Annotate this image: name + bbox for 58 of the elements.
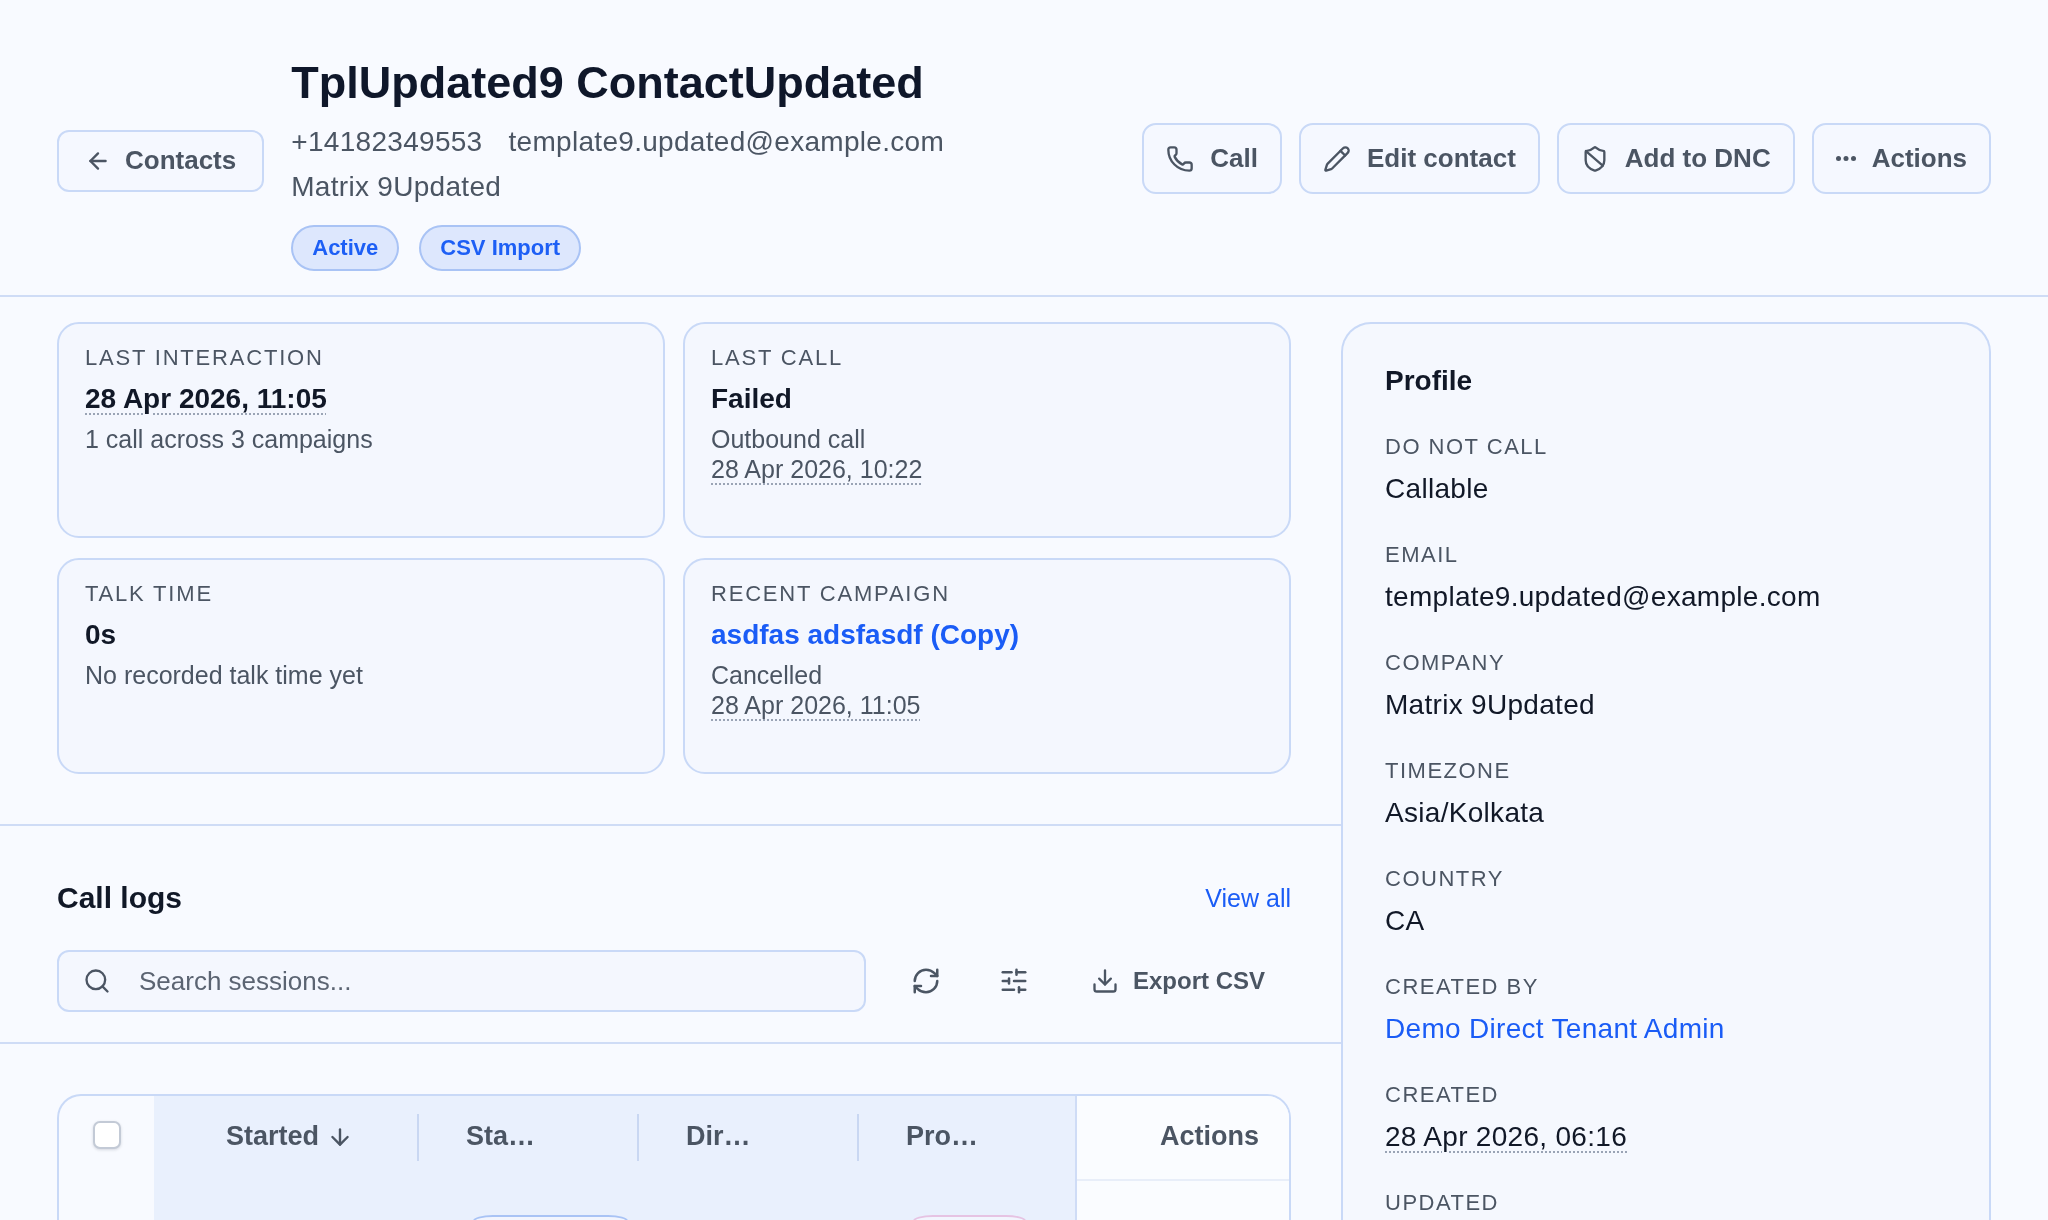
column-header[interactable]: Started (154, 1096, 417, 1181)
back-button[interactable]: Contacts (57, 129, 265, 192)
field-label: COUNTRY (1385, 866, 1504, 892)
view-all-link[interactable]: View all (1205, 882, 1291, 914)
contact-name: TplUpdated9 ContactUpdated (291, 58, 924, 108)
field-label: DO NOT CALL (1385, 434, 1548, 460)
field-value: Callable (1385, 472, 1489, 506)
card-detail: Outbound call (711, 424, 866, 454)
export-button[interactable]: Export CSV (1073, 959, 1284, 1003)
card-value: 0s (85, 618, 117, 652)
field-value: 28 Apr 2026, 06:16 (1385, 1120, 1628, 1154)
card-detail: 1 call across 3 campaigns (85, 424, 373, 454)
card-value: Failed (711, 382, 792, 416)
card-timestamp: 28 Apr 2026, 10:22 (711, 454, 923, 484)
profile-title: Profile (1385, 364, 1473, 398)
field-value: CA (1385, 904, 1425, 938)
column-header[interactable]: Sta… (417, 1096, 637, 1181)
field-label: CREATED (1385, 1082, 1499, 1108)
card-detail: Cancelled (711, 660, 823, 690)
section-title: Call logs (57, 880, 183, 916)
search-icon (83, 967, 111, 995)
card-label: TALK TIME (85, 581, 213, 607)
field-label: EMAIL (1385, 542, 1459, 568)
contact-company: Matrix 9Updated (291, 170, 502, 204)
more-icon (1835, 156, 1856, 161)
field-label: TIMEZONE (1385, 758, 1511, 784)
card-label: LAST CALL (711, 345, 843, 371)
card-label: RECENT CAMPAIGN (711, 581, 950, 607)
more-button[interactable]: Actions (1811, 123, 1991, 194)
phone-icon (1166, 144, 1195, 173)
search-field[interactable]: Search sessions... (57, 950, 866, 1012)
dnc-button[interactable]: Add to DNC (1556, 123, 1795, 194)
edit-button[interactable]: Edit contact (1299, 123, 1540, 194)
field-value: Matrix 9Updated (1385, 688, 1595, 722)
sliders-icon (999, 966, 1029, 996)
card-label: LAST INTERACTION (85, 345, 324, 371)
call-button[interactable]: Call (1142, 123, 1282, 194)
field-label: COMPANY (1385, 650, 1506, 676)
column-header[interactable]: Dir… (637, 1096, 857, 1181)
creator-link[interactable]: Demo Direct Tenant Admin (1385, 1012, 1725, 1046)
pencil-icon (1323, 144, 1351, 173)
column-header[interactable]: Actions (1075, 1096, 1289, 1181)
field-label: CREATED BY (1385, 974, 1539, 1000)
contact-phone: +14182349553 (291, 125, 483, 159)
campaign-link[interactable]: asdfas adsfasdf (Copy) (711, 618, 1020, 652)
card-value: 28 Apr 2026, 11:05 (85, 382, 327, 416)
refresh-icon (911, 966, 941, 996)
download-icon (1091, 967, 1119, 995)
card-timestamp: 28 Apr 2026, 11:05 (711, 690, 921, 720)
select-all-checkbox[interactable] (92, 1120, 121, 1149)
field-value: Asia/Kolkata (1385, 796, 1545, 830)
column-header[interactable]: Pro… (857, 1096, 1075, 1181)
field-label: UPDATED (1385, 1190, 1499, 1216)
field-value: template9.updated@example.com (1385, 580, 1821, 614)
contact-email: template9.updated@example.com (508, 125, 945, 159)
card-detail: No recorded talk time yet (85, 660, 363, 690)
tag-badge: Active (291, 225, 400, 271)
tag-badge: CSV Import (419, 225, 582, 271)
